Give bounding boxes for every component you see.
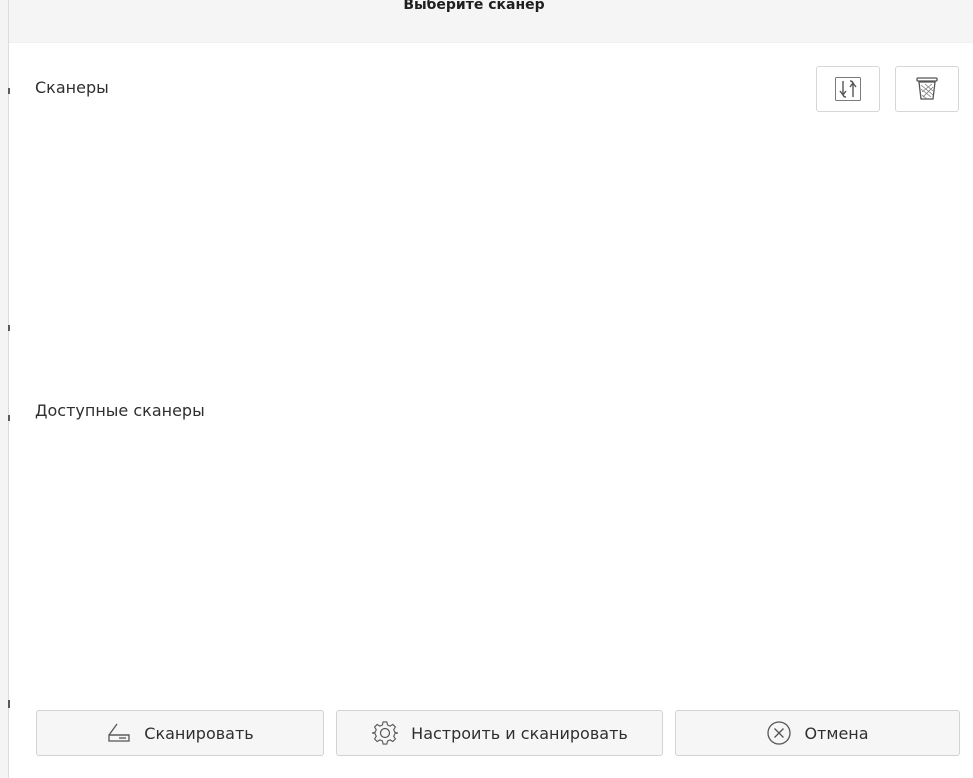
window-left-edge: [0, 0, 10, 778]
configure-button-label: Настроить и сканировать: [411, 723, 628, 743]
configure-and-scan-button[interactable]: Настроить и сканировать: [336, 710, 663, 756]
cancel-button[interactable]: Отмена: [675, 710, 960, 756]
refresh-button[interactable]: [816, 66, 880, 112]
scan-button[interactable]: Сканировать: [36, 710, 324, 756]
gear-icon: [372, 721, 399, 745]
edge-marker: [8, 415, 10, 421]
scanners-heading: Сканеры: [35, 78, 109, 97]
refresh-icon: [835, 77, 861, 101]
cancel-button-label: Отмена: [804, 723, 869, 743]
scan-button-label: Сканировать: [144, 723, 254, 743]
scanner-icon: [108, 723, 130, 742]
close-circle-icon: [767, 721, 792, 745]
delete-button[interactable]: [895, 66, 959, 112]
edge-marker: [8, 325, 10, 331]
trash-icon: [916, 77, 938, 100]
available-scanners-heading: Доступные сканеры: [35, 401, 205, 420]
edge-marker: [8, 88, 10, 94]
scanner-dialog: Выберите сканер Сканеры Доступные сканер…: [0, 0, 973, 778]
dialog-titlebar: Выберите сканер: [9, 0, 973, 43]
dialog-title: Выберите сканер: [403, 0, 545, 13]
edge-marker: [8, 700, 10, 708]
